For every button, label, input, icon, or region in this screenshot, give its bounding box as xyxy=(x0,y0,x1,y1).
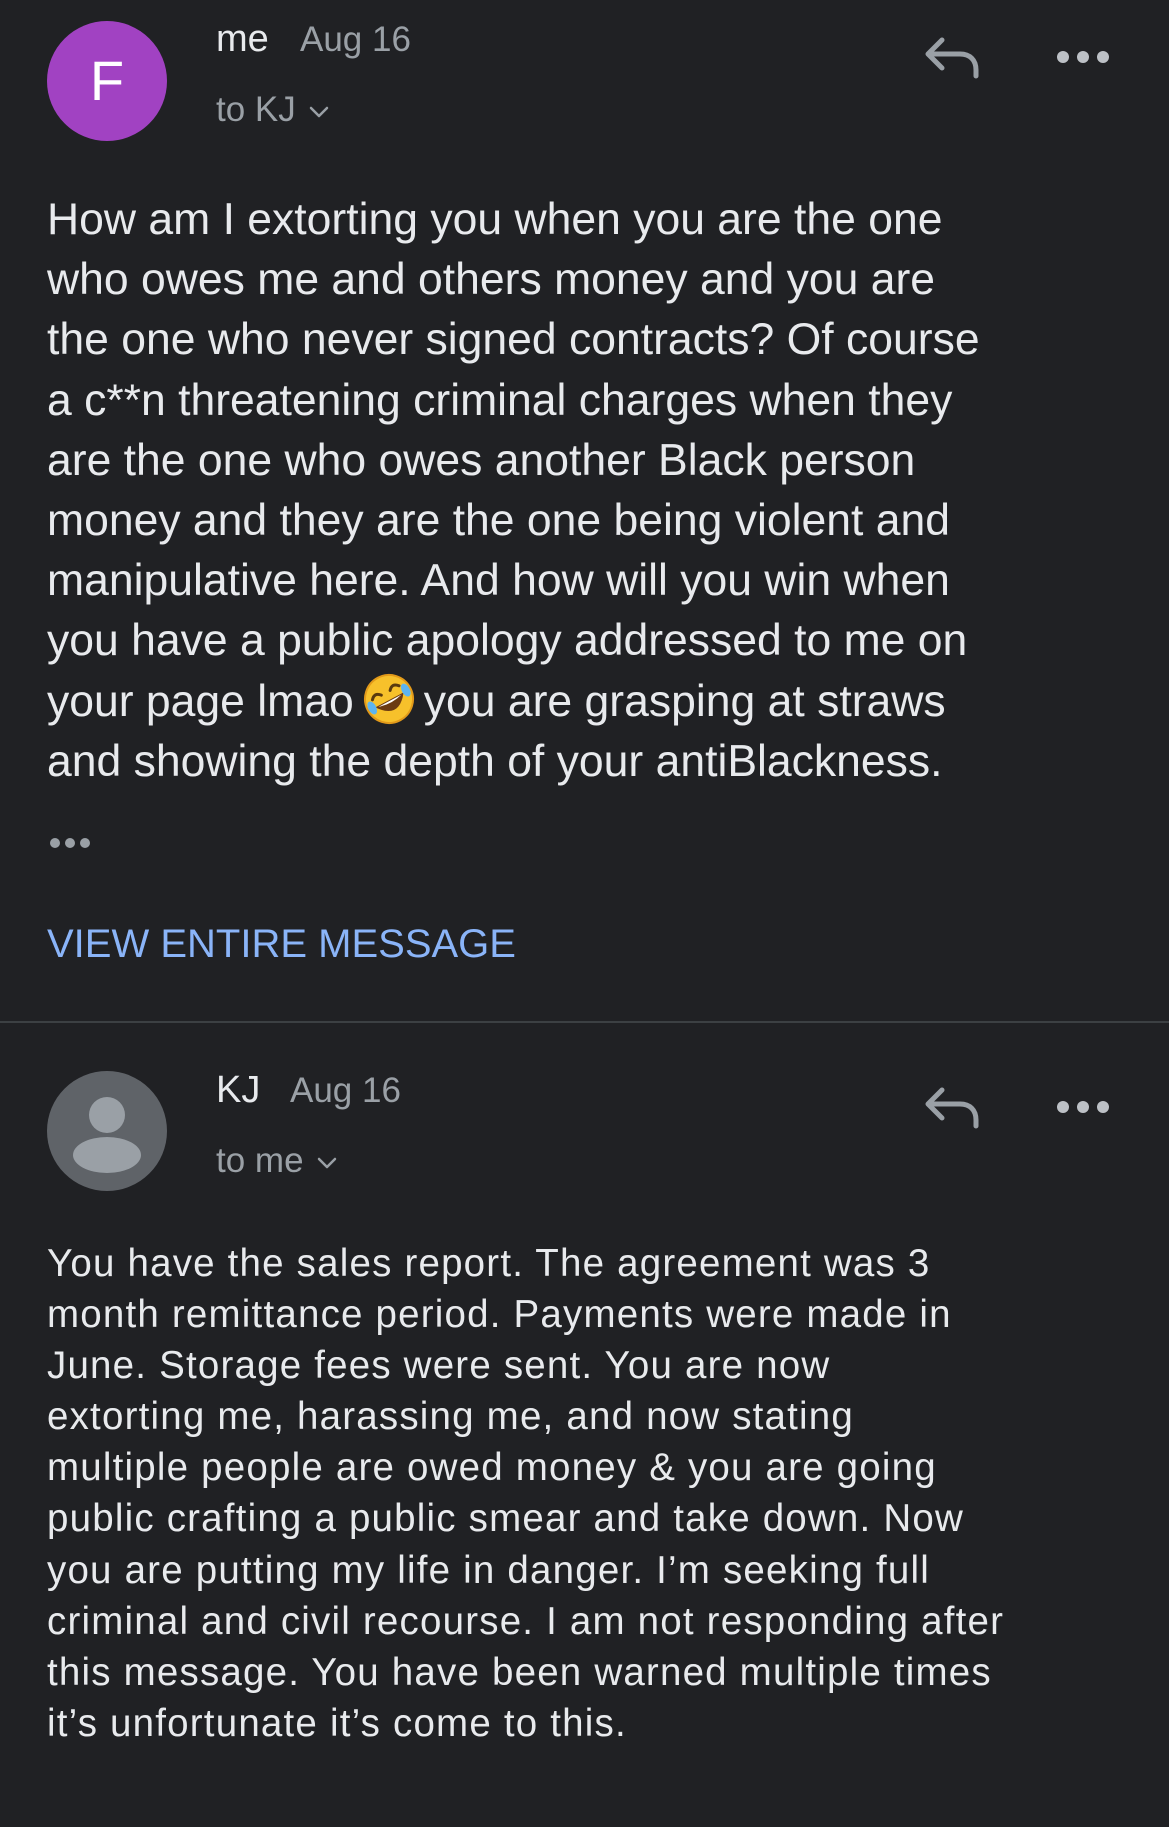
sender-name: me xyxy=(216,18,269,60)
view-entire-message-link[interactable]: VIEW ENTIRE MESSAGE xyxy=(47,922,516,967)
recipient-toggle[interactable]: to me xyxy=(216,1141,338,1181)
message-date: Aug 16 xyxy=(290,1071,401,1110)
message-body: How am I extorting you when you are the … xyxy=(47,190,1127,792)
more-options-icon[interactable] xyxy=(1055,47,1111,67)
email-message-kj[interactable]: KJ Aug 16 to me You have the sales repor… xyxy=(0,1023,1169,1827)
reply-icon[interactable] xyxy=(922,1082,982,1132)
recipient-toggle[interactable]: to KJ xyxy=(216,90,330,130)
avatar-letter: F xyxy=(89,49,125,112)
chevron-down-icon xyxy=(309,106,329,117)
sender-avatar: F xyxy=(47,21,167,141)
more-options-icon[interactable] xyxy=(1055,1097,1111,1117)
reply-icon[interactable] xyxy=(922,32,982,82)
sender-avatar xyxy=(47,1071,167,1191)
chevron-down-icon xyxy=(317,1157,336,1168)
message-body-text: How am I extorting you when you are the … xyxy=(47,195,980,726)
message-date: Aug 16 xyxy=(300,20,411,59)
message-body: You have the sales report. The agreement… xyxy=(47,1242,1005,1745)
email-message-me[interactable]: F me Aug 16 to KJ How am I extorting you… xyxy=(0,0,1169,1022)
recipient-label: to KJ xyxy=(216,90,296,129)
recipient-label: to me xyxy=(216,1141,304,1180)
rolling-on-floor-laughing-emoji xyxy=(363,673,414,724)
sender-name: KJ xyxy=(216,1069,261,1111)
show-trimmed-content-icon[interactable] xyxy=(47,833,103,853)
person-icon xyxy=(73,1097,141,1173)
